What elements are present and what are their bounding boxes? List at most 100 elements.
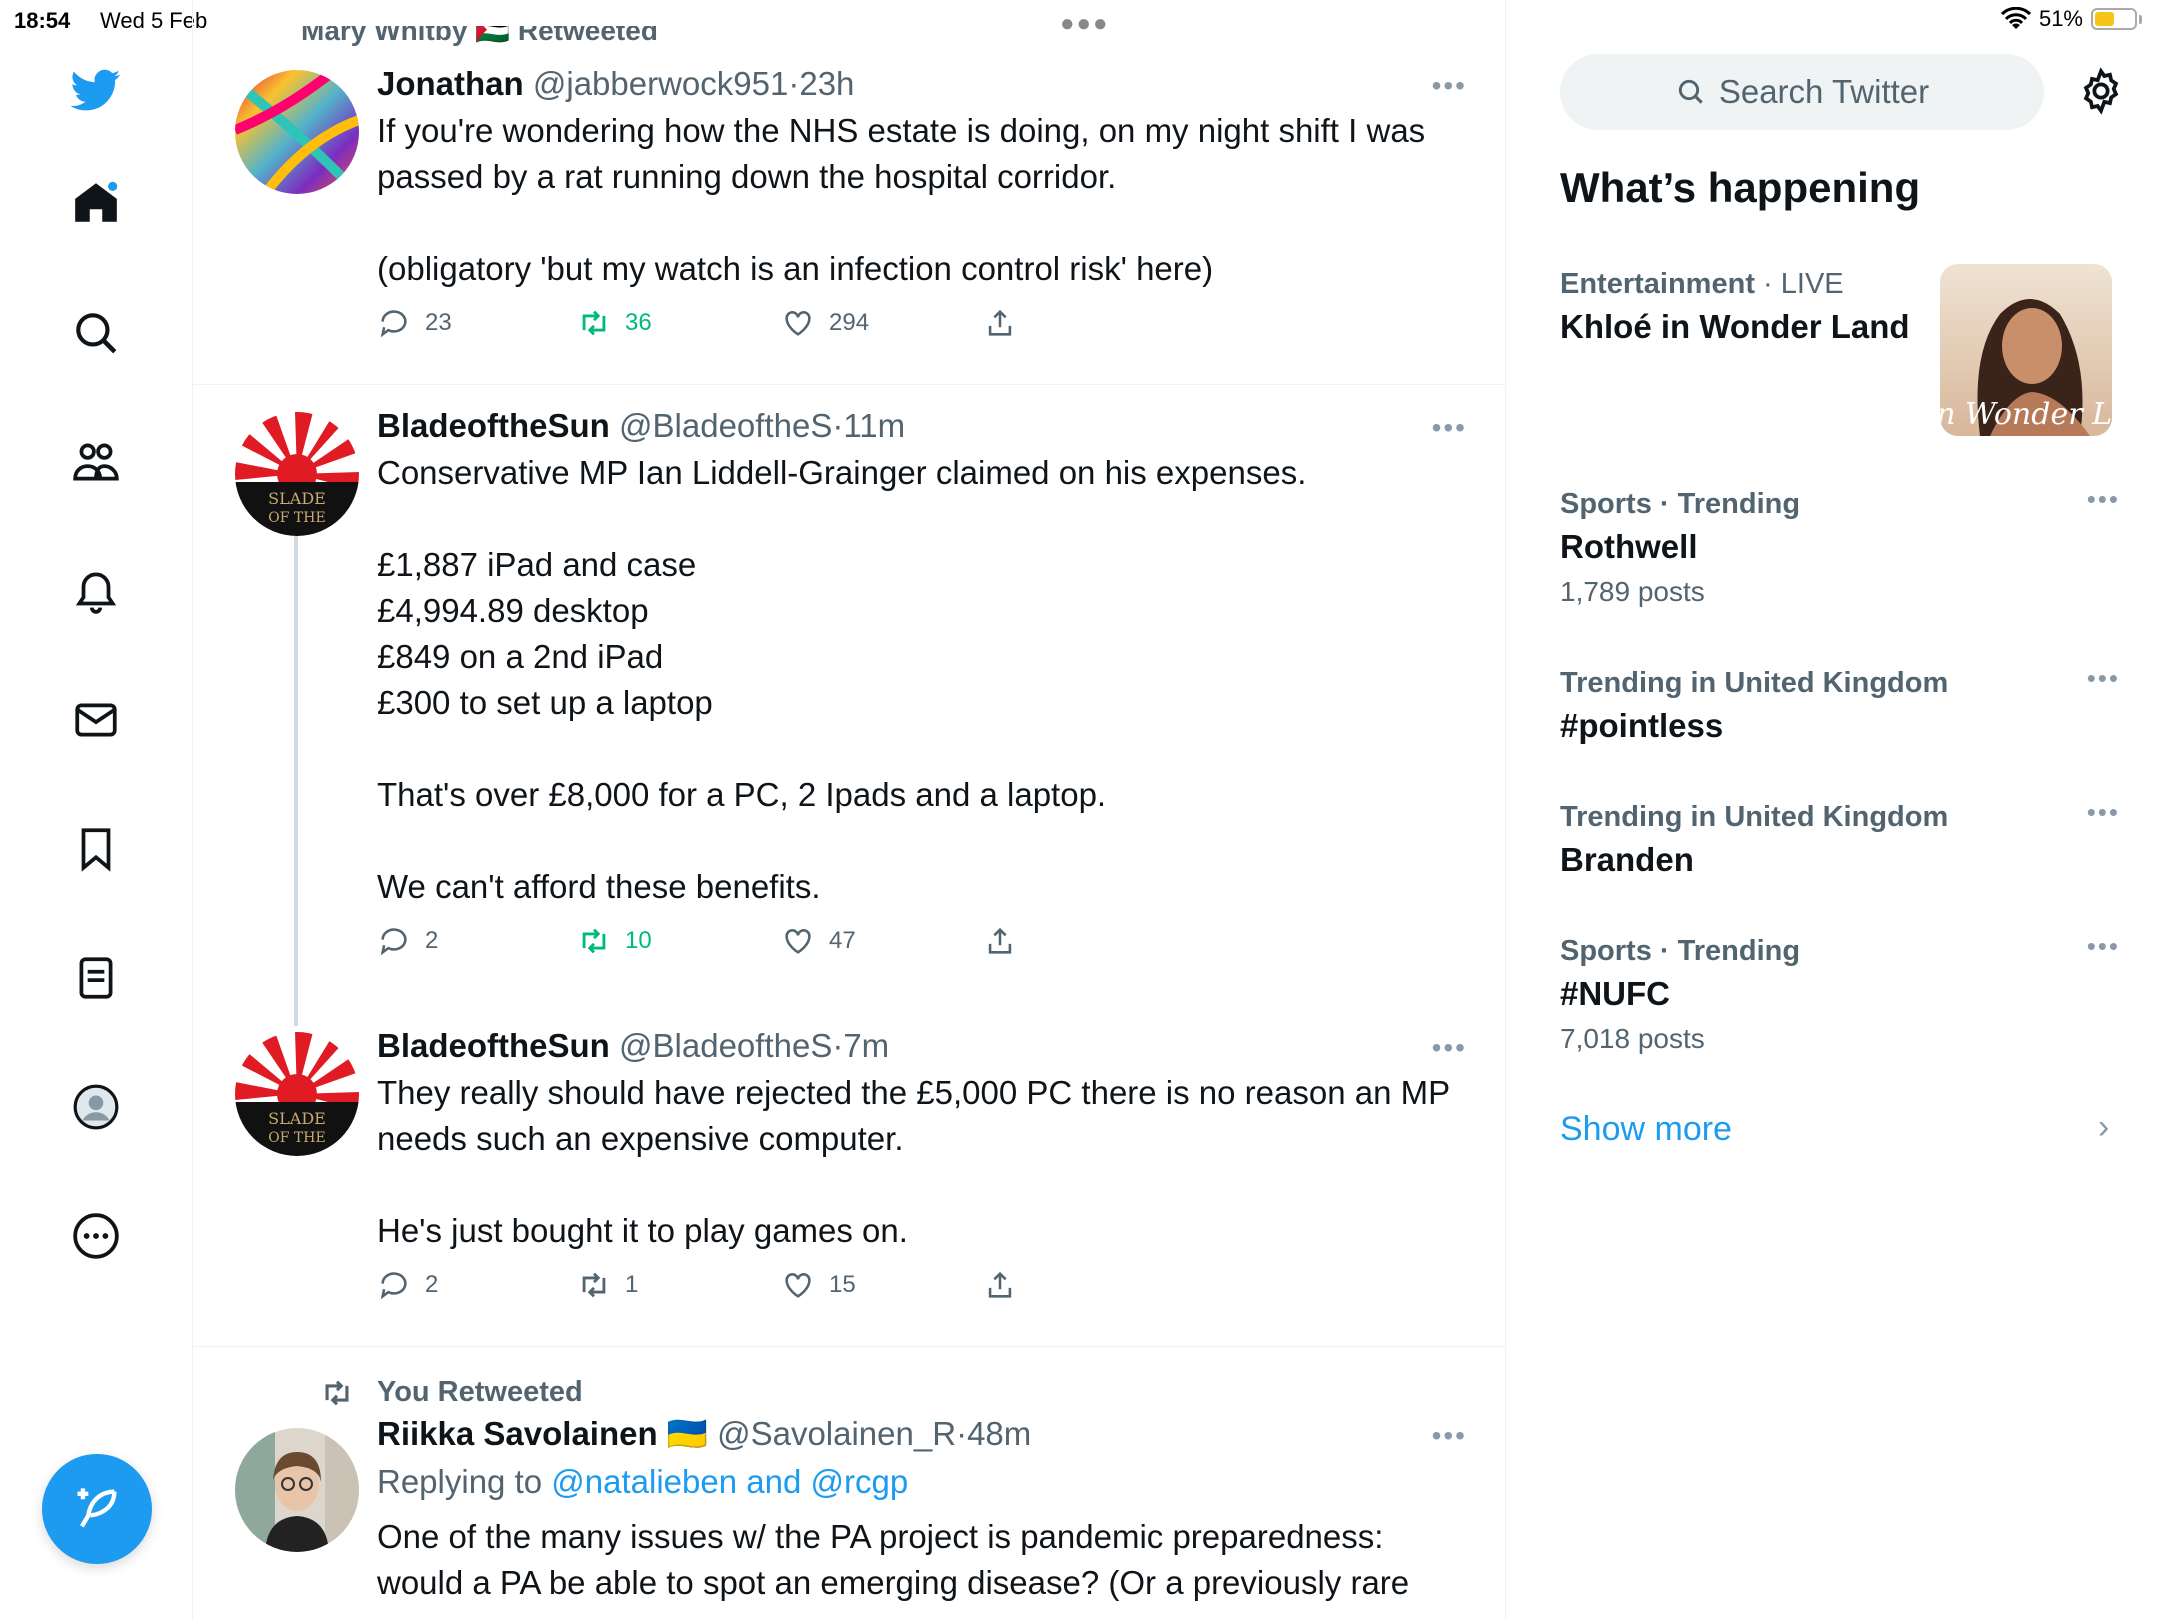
- tweet[interactable]: Jonathan @jabberwock951·23h ••• If you'r…: [193, 44, 1505, 385]
- trend-item[interactable]: Entertainment · LIVE Khloé in Wonder Lan…: [1560, 264, 2120, 444]
- like-button[interactable]: 294: [781, 306, 869, 340]
- author-name[interactable]: BladeoftheSun: [377, 407, 610, 444]
- separator-dot: ·: [788, 65, 800, 102]
- compose-feather-icon: [77, 1488, 117, 1528]
- tweet-more-icon[interactable]: •••: [1432, 70, 1467, 102]
- home-icon[interactable]: [66, 173, 126, 233]
- reply-icon: [380, 928, 407, 956]
- avatar[interactable]: [235, 70, 359, 194]
- like-count: 15: [829, 1271, 856, 1298]
- retweet-count: 10: [625, 927, 652, 954]
- replying-to-mentions[interactable]: @natalieben and @rcgp: [551, 1463, 908, 1500]
- tweet-text: One of the many issues w/ the PA project…: [377, 1518, 1410, 1601]
- trend-item[interactable]: Sports · Trending #NUFC 7,018 posts •••: [1560, 931, 2120, 1061]
- live-label: LIVE: [1780, 268, 1844, 300]
- trend-name: Rothwell: [1560, 528, 1698, 565]
- share-button[interactable]: [983, 924, 1017, 958]
- like-button[interactable]: 47: [781, 924, 856, 958]
- trend-more-icon[interactable]: •••: [2087, 797, 2120, 828]
- author-name[interactable]: BladeoftheSun: [377, 1027, 610, 1064]
- tweet-header: Jonathan @jabberwock951·23h: [377, 64, 1467, 104]
- trend-item[interactable]: Sports · Trending Rothwell 1,789 posts •…: [1560, 484, 2120, 614]
- reply-icon: [380, 310, 407, 338]
- retweet-button[interactable]: 1: [577, 1268, 638, 1302]
- separator-dot: ·: [832, 1027, 844, 1064]
- author-name[interactable]: Riikka Savolainen: [377, 1415, 658, 1452]
- author-handle[interactable]: @Savolainen_R: [717, 1415, 956, 1452]
- trend-category: Trending in United Kingdom: [1560, 667, 1949, 699]
- like-count: 47: [829, 927, 856, 954]
- tweet-time[interactable]: 48m: [967, 1415, 1031, 1452]
- trend-more-icon[interactable]: •••: [2087, 663, 2120, 694]
- retweet-count: 36: [625, 309, 652, 336]
- retweet-icon: [582, 310, 606, 336]
- reply-count: 2: [425, 927, 439, 954]
- separator-dot: ·: [1763, 268, 1773, 300]
- right-sidebar: Search Twitter What’s happening Entertai…: [1506, 0, 2160, 1620]
- tweet-more-icon[interactable]: •••: [1432, 1032, 1467, 1064]
- communities-icon[interactable]: [66, 432, 126, 492]
- trend-more-icon[interactable]: •••: [2087, 484, 2120, 515]
- retweet-button[interactable]: 36: [577, 306, 652, 340]
- reply-button[interactable]: 2: [377, 924, 438, 958]
- author-handle[interactable]: @BladeoftheS: [619, 407, 832, 444]
- reply-count: 23: [425, 309, 452, 336]
- share-button[interactable]: [983, 306, 1017, 340]
- tweet-more-icon[interactable]: •••: [1432, 412, 1467, 444]
- reply-icon: [380, 1272, 407, 1300]
- share-button[interactable]: [983, 1268, 1017, 1302]
- settings-gear-icon[interactable]: [2076, 66, 2126, 116]
- trend-item[interactable]: Trending in United Kingdom Branden •••: [1560, 797, 2120, 883]
- trend-more-icon[interactable]: •••: [2087, 931, 2120, 962]
- like-button[interactable]: 15: [781, 1268, 856, 1302]
- reply-button[interactable]: 23: [377, 306, 452, 340]
- retweeted-by-label[interactable]: You Retweeted: [377, 1376, 583, 1409]
- lists-icon[interactable]: [66, 948, 126, 1008]
- tweet-time[interactable]: 7m: [843, 1027, 889, 1064]
- reply-button[interactable]: 2: [377, 1268, 438, 1302]
- messages-envelope-icon[interactable]: [66, 690, 126, 750]
- tweet-time[interactable]: 23h: [799, 65, 854, 102]
- svg-text:SLADE: SLADE: [268, 489, 326, 508]
- retweet-button[interactable]: 10: [577, 924, 652, 958]
- tweet[interactable]: SLADE OF THE BladeoftheSun @BladeoftheS·1…: [193, 388, 1505, 1008]
- trend-post-count: 1,789 posts: [1560, 576, 1705, 607]
- avatar[interactable]: SLADE OF THE: [235, 412, 359, 536]
- search-icon[interactable]: [66, 303, 126, 363]
- tweet-body: Riikka Savolainen 🇺🇦 @Savolainen_R·48m •…: [377, 1414, 1467, 1606]
- search-input[interactable]: Search Twitter: [1560, 54, 2044, 130]
- svg-text:OF THE: OF THE: [268, 1130, 325, 1146]
- timeline: Mary Whitby 🇵🇸 Retweeted Jonathan @jabbe…: [192, 0, 1506, 1620]
- trend-category: Trending in United Kingdom: [1560, 801, 1949, 833]
- trend-item[interactable]: Trending in United Kingdom #pointless ••…: [1560, 663, 2120, 749]
- author-handle[interactable]: @BladeoftheS: [619, 1027, 832, 1064]
- retweet-icon: [582, 928, 606, 954]
- retweet-count: 1: [625, 1271, 639, 1298]
- ukraine-flag-icon: 🇺🇦: [666, 1415, 708, 1452]
- replying-to-label: Replying to: [377, 1463, 543, 1500]
- trend-category-label: Entertainment: [1560, 268, 1755, 300]
- chevron-right-icon[interactable]: ›: [2098, 1108, 2109, 1147]
- compose-tweet-button[interactable]: [42, 1454, 152, 1564]
- tweet-more-icon[interactable]: •••: [1432, 1420, 1467, 1452]
- tweet-header: BladeoftheSun @BladeoftheS·7m: [377, 1026, 1467, 1066]
- notifications-bell-icon[interactable]: [66, 561, 126, 621]
- twitter-logo-icon[interactable]: [66, 60, 126, 120]
- tweet-time[interactable]: 11m: [843, 407, 905, 444]
- avatar[interactable]: SLADE OF THE: [235, 1032, 359, 1156]
- avatar[interactable]: [235, 1428, 359, 1552]
- more-options-icon[interactable]: [66, 1206, 126, 1266]
- trend-post-count: 7,018 posts: [1560, 1023, 1705, 1054]
- tweet-body: Jonathan @jabberwock951·23h ••• If you'r…: [377, 64, 1467, 350]
- author-name[interactable]: Jonathan: [377, 65, 524, 102]
- profile-avatar-icon[interactable]: [66, 1077, 126, 1137]
- trend-thumbnail[interactable]: é in Wonder L: [1940, 264, 2112, 436]
- heart-icon: [785, 311, 811, 336]
- author-handle[interactable]: @jabberwock951: [533, 65, 788, 102]
- tweet[interactable]: SLADE OF THE BladeoftheSun @BladeoftheS·7…: [193, 1008, 1505, 1347]
- tweet-body: BladeoftheSun @BladeoftheS·7m ••• They r…: [377, 1026, 1467, 1312]
- tweet[interactable]: You Retweeted Riikka Savolainen 🇺🇦 @Savo…: [193, 1346, 1505, 1620]
- retweet-icon: [325, 1380, 349, 1406]
- show-more-link[interactable]: Show more: [1560, 1110, 1732, 1149]
- bookmarks-icon[interactable]: [66, 819, 126, 879]
